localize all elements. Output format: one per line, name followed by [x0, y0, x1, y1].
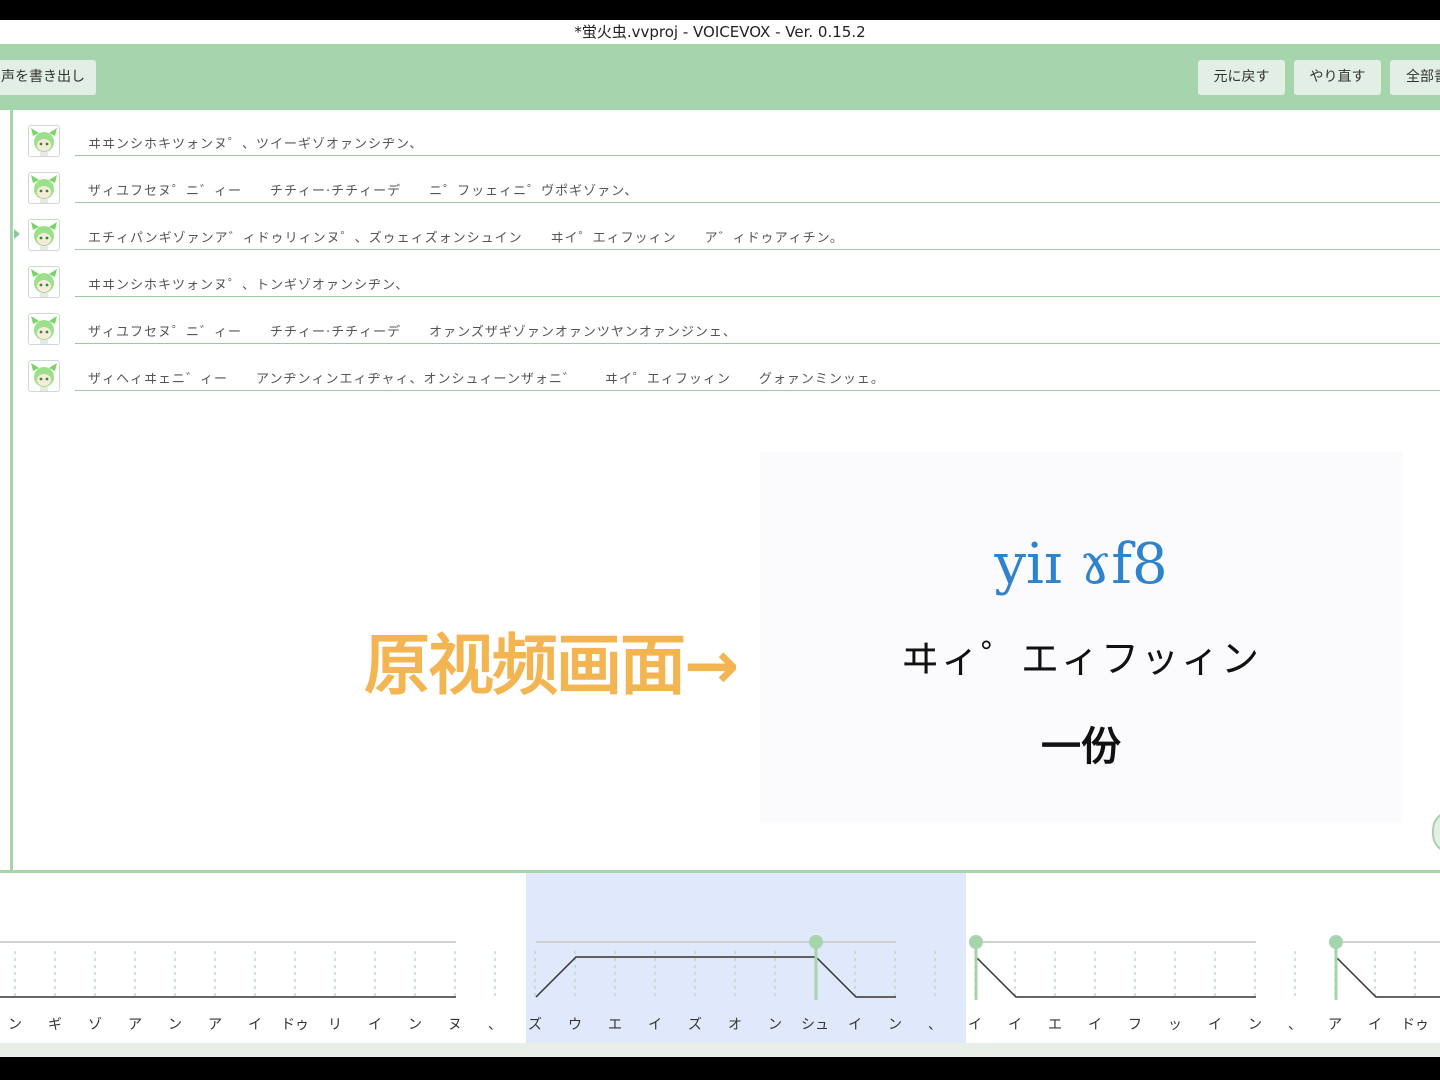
redo-button[interactable]: やり直す [1294, 60, 1381, 95]
mora-label[interactable]: リ [315, 1014, 355, 1034]
mora-label[interactable]: ン [755, 1014, 795, 1034]
mora-label[interactable]: ア [115, 1014, 155, 1034]
mora-label[interactable]: ン [1235, 1014, 1275, 1034]
mora-label[interactable]: シュ [795, 1014, 835, 1034]
all-button[interactable]: 全部書 [1390, 60, 1440, 95]
mora-label[interactable]: ン [0, 1014, 35, 1034]
pitch-curve [535, 956, 896, 998]
mora-label[interactable]: ギ [35, 1014, 75, 1034]
mora-label[interactable]: イ [835, 1014, 875, 1034]
mora-label[interactable]: 、 [1275, 1014, 1315, 1034]
audio-cell-text[interactable]: ヰヰンシホキツォンヌ゜、ツイーギゾオァンシヂン、 [88, 133, 423, 152]
top-black-bar [0, 0, 1440, 20]
row-underline [75, 343, 1440, 344]
mora-label[interactable]: オ [715, 1014, 755, 1034]
mora-label[interactable]: イ [1195, 1014, 1235, 1034]
audio-cell-row[interactable]: エチィパンギゾァンア゛ィドゥリィンヌ゜、ズゥェィズォンシュイン ヰイ゜エィフッィ… [0, 219, 1440, 266]
mora-label[interactable]: 、 [475, 1014, 515, 1034]
mora-label[interactable]: ン [155, 1014, 195, 1034]
video-frame: yiɪ ɤf8 ヰィ゜エィフッィン 一份 [760, 452, 1402, 822]
audio-cell-row[interactable]: ザィユフセヌ゜ニ゛ィー チチィー·チチィーデ ニ゜フッェィニ゜ヴポギゾァン、 [0, 172, 1440, 219]
mora-label[interactable]: ヌ [435, 1014, 475, 1034]
video-ipa-text: yiɪ ɤf8 [994, 532, 1168, 597]
character-avatar-icon[interactable] [28, 219, 60, 251]
audio-cell-row[interactable]: ヰヰンシホキツォンヌ゜、ツイーギゾオァンシヂン、 [0, 125, 1440, 172]
audio-cell-text[interactable]: ザィユフセヌ゜ニ゛ィー チチィー·チチィーデ ニ゜フッェィニ゜ヴポギゾァン、 [88, 180, 638, 199]
mora-label[interactable]: エ [595, 1014, 635, 1034]
pitch-curve [1335, 956, 1440, 998]
mora-label[interactable]: ズ [515, 1014, 555, 1034]
mora-label[interactable]: イ [1075, 1014, 1115, 1034]
audio-cell-text[interactable]: ヰヰンシホキツォンヌ゜、トンギゾオァンシヂン、 [88, 274, 409, 293]
mora-label[interactable]: ア [1315, 1014, 1355, 1034]
mora-label[interactable]: ズ [675, 1014, 715, 1034]
character-avatar-icon[interactable] [28, 313, 60, 345]
character-avatar-icon[interactable] [28, 172, 60, 204]
mora-label[interactable]: イ [235, 1014, 275, 1034]
mora-label[interactable]: エ [1035, 1014, 1075, 1034]
overlay-label: 原视频画面→ [364, 627, 739, 704]
character-avatar-icon[interactable] [28, 125, 60, 157]
row-underline [75, 390, 1440, 391]
mora-label[interactable]: イ [635, 1014, 675, 1034]
window-title: *蛍火虫.vvproj - VOICEVOX - Ver. 0.15.2 [0, 20, 1440, 44]
character-avatar-icon[interactable] [28, 266, 60, 298]
audio-cell-row[interactable]: ザィユフセヌ゜ニ゛ィー チチィー·チチィーデ オァンズザギゾァンオァンツヤンオァ… [0, 313, 1440, 360]
mora-label[interactable]: 、 [915, 1014, 955, 1034]
audio-cell-text[interactable]: ザィヘィヰェニ゛ィー アンヂンィンエィヂャィ、オンシュィーンザォニ゛ ヰイ゜エィ… [88, 368, 885, 387]
mora-label[interactable]: イ [1355, 1014, 1395, 1034]
accent-handle [809, 935, 823, 949]
mora-label[interactable]: ン [395, 1014, 435, 1034]
row-underline [75, 249, 1440, 250]
mora-label[interactable]: ドゥ [275, 1014, 315, 1034]
mora-label[interactable]: ン [875, 1014, 915, 1034]
undo-button[interactable]: 元に戻す [1198, 60, 1285, 95]
mora-label[interactable]: イ [955, 1014, 995, 1034]
row-underline [75, 155, 1440, 156]
mora-label[interactable]: ア [195, 1014, 235, 1034]
row-underline [75, 296, 1440, 297]
video-kana-text: ヰィ゜エィフッィン [900, 637, 1261, 681]
audio-cell-row[interactable]: ヰヰンシホキツォンヌ゜、トンギゾオァンシヂン、 [0, 266, 1440, 313]
bottom-black-bar [0, 1057, 1440, 1080]
audio-cell-text[interactable]: ザィユフセヌ゜ニ゛ィー チチィー·チチィーデ オァンズザギゾァンオァンツヤンオァ… [88, 321, 737, 340]
status-bar [0, 1043, 1440, 1057]
export-audio-button[interactable]: 声を書き出し [0, 60, 96, 95]
pitch-curve [975, 956, 1256, 998]
accent-handle [1329, 935, 1343, 949]
audio-cell-text[interactable]: エチィパンギゾァンア゛ィドゥリィンヌ゜、ズゥェィズォンシュイン ヰイ゜エィフッィ… [88, 227, 844, 246]
mora-label[interactable]: イ [995, 1014, 1035, 1034]
audio-cell-row[interactable]: ザィヘィヰェニ゛ィー アンヂンィンエィヂャィ、オンシュィーンザォニ゛ ヰイ゜エィ… [0, 360, 1440, 407]
video-chinese-text: 一份 [1041, 723, 1121, 770]
accent-handle [969, 935, 983, 949]
mora-label[interactable]: イ [355, 1014, 395, 1034]
character-avatar-icon[interactable] [28, 360, 60, 392]
toolbar: 声を書き出し 元に戻す やり直す 全部書 [0, 44, 1440, 110]
mora-label[interactable]: ウ [555, 1014, 595, 1034]
mora-label[interactable]: ドゥ [1395, 1014, 1435, 1034]
row-underline [75, 202, 1440, 203]
active-row-marker [14, 229, 20, 239]
mora-label[interactable]: ゾ [75, 1014, 115, 1034]
mora-label[interactable]: フ [1115, 1014, 1155, 1034]
mora-label[interactable]: ッ [1155, 1014, 1195, 1034]
